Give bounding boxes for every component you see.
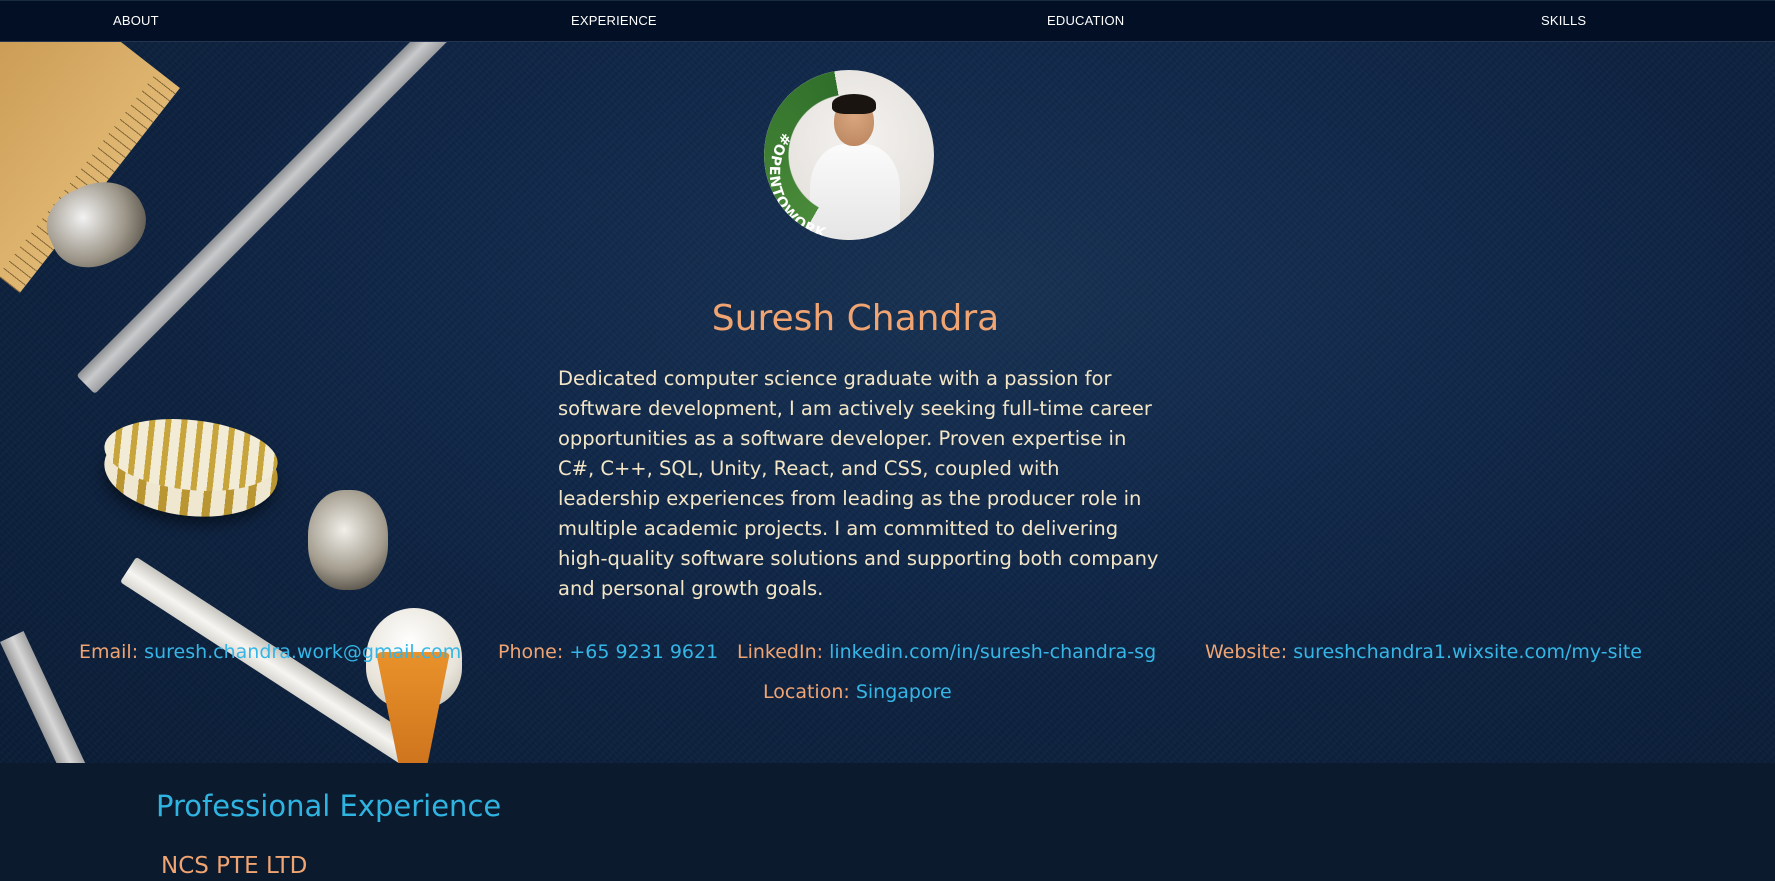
company-name: NCS PTE LTD bbox=[161, 853, 308, 879]
badge-text: #OPENTOWORK bbox=[766, 130, 828, 240]
website-link[interactable]: sureshchandra1.wixsite.com/my-site bbox=[1293, 641, 1642, 663]
email-link[interactable]: suresh.chandra.work@gmail.com bbox=[144, 641, 461, 663]
phone-link[interactable]: +65 9231 9621 bbox=[569, 641, 718, 663]
linkedin-label: LinkedIn: bbox=[737, 641, 824, 663]
contact-location: Location: Singapore bbox=[763, 681, 952, 703]
email-label: Email: bbox=[79, 641, 139, 663]
open-to-work-badge: #OPENTOWORK bbox=[766, 130, 829, 240]
linkedin-link[interactable]: linkedin.com/in/suresh-chandra-sg bbox=[829, 641, 1156, 663]
nav-link-education[interactable]: EDUCATION bbox=[1047, 13, 1124, 28]
nav-link-skills[interactable]: SKILLS bbox=[1541, 13, 1586, 28]
nav-link-experience[interactable]: EXPERIENCE bbox=[571, 13, 657, 28]
contact-website: Website: sureshchandra1.wixsite.com/my-s… bbox=[1205, 641, 1642, 663]
website-label: Website: bbox=[1205, 641, 1288, 663]
profile-photo: #OPENTOWORK bbox=[764, 70, 934, 240]
binder-clip-decoration-2 bbox=[308, 490, 388, 590]
phone-label: Phone: bbox=[498, 641, 564, 663]
contact-email: Email: suresh.chandra.work@gmail.com bbox=[79, 641, 461, 663]
nav-link-about[interactable]: ABOUT bbox=[113, 13, 159, 28]
profile-bio: Dedicated computer science graduate with… bbox=[558, 367, 1159, 600]
svg-text:#OPENTOWORK: #OPENTOWORK bbox=[766, 130, 829, 240]
location-value: Singapore bbox=[855, 681, 952, 703]
experience-section: Professional Experience NCS PTE LTD bbox=[0, 763, 1775, 881]
location-label: Location: bbox=[763, 681, 850, 703]
contact-linkedin: LinkedIn: linkedin.com/in/suresh-chandra… bbox=[737, 641, 1156, 663]
top-navbar: ABOUT EXPERIENCE EDUCATION SKILLS bbox=[0, 0, 1775, 42]
section-title: Professional Experience bbox=[156, 789, 502, 823]
contact-phone: Phone: +65 9231 9621 bbox=[498, 641, 718, 663]
profile-name: Suresh Chandra bbox=[711, 298, 1000, 339]
